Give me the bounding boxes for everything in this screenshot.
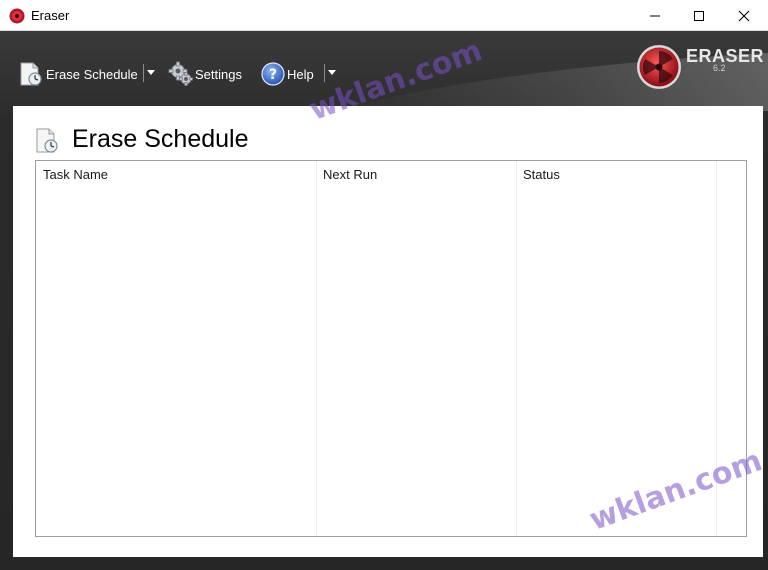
help-icon: ? <box>261 62 285 86</box>
title-bar: Eraser <box>0 0 768 31</box>
help-label: Help <box>287 66 314 82</box>
settings-button[interactable]: Settings <box>168 58 242 90</box>
brand-version: 6.2 <box>713 63 726 73</box>
maximize-button[interactable] <box>676 0 722 31</box>
page-title: Erase Schedule <box>72 125 249 153</box>
task-list[interactable]: Task Name Next Run Status <box>35 160 747 537</box>
minimize-icon <box>650 15 660 16</box>
clock-document-icon <box>20 62 42 86</box>
window-title: Eraser <box>31 8 70 23</box>
erase-schedule-label: Erase Schedule <box>46 66 138 82</box>
settings-label: Settings <box>195 66 242 82</box>
column-divider <box>316 161 317 536</box>
clock-document-icon <box>36 128 58 153</box>
minimize-button[interactable] <box>632 0 678 31</box>
column-divider <box>716 161 717 536</box>
help-dropdown-icon[interactable] <box>328 70 336 75</box>
column-header-next-run[interactable]: Next Run <box>323 167 377 182</box>
help-button[interactable]: ? Help <box>260 58 314 90</box>
content-panel: Erase Schedule Task Name Next Run Status <box>13 106 763 557</box>
erase-schedule-button[interactable]: Erase Schedule <box>18 58 138 90</box>
svg-text:?: ? <box>269 67 277 83</box>
close-icon <box>738 10 750 21</box>
erase-schedule-dropdown-icon[interactable] <box>147 70 155 75</box>
column-header-task-name[interactable]: Task Name <box>43 167 108 182</box>
maximize-icon <box>694 10 704 21</box>
column-divider <box>516 161 517 536</box>
close-button[interactable] <box>721 0 767 31</box>
eraser-logo-icon <box>637 45 681 89</box>
toolbar-separator <box>324 64 325 82</box>
column-header-status[interactable]: Status <box>523 167 560 182</box>
eraser-app-icon <box>9 8 25 24</box>
toolbar-separator <box>143 64 144 82</box>
gears-icon <box>168 61 193 86</box>
